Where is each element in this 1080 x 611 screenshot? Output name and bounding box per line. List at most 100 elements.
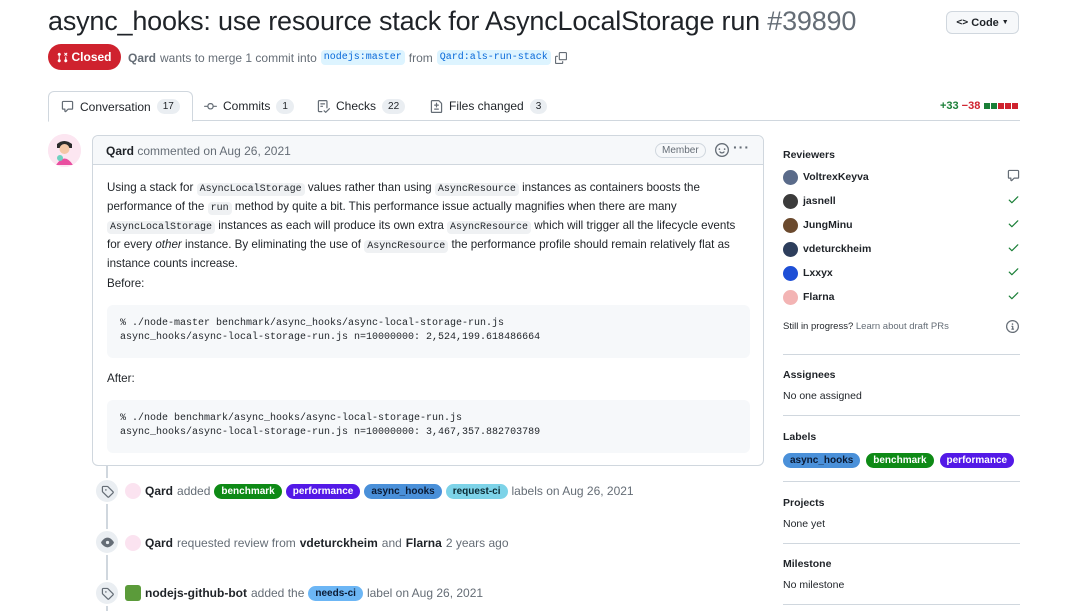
label-benchmark[interactable]: benchmark: [214, 483, 282, 499]
sidebar-divider: [783, 543, 1020, 544]
sidebar-divider: [783, 354, 1020, 355]
inline-code: AsyncLocalStorage: [196, 183, 305, 196]
label-request-ci[interactable]: request-ci: [445, 483, 508, 499]
code-button-label: Code: [971, 16, 999, 29]
inline-code: AsyncLocalStorage: [107, 221, 216, 234]
kebab-menu-icon[interactable]: ···: [733, 139, 750, 155]
reviewer-item[interactable]: VoltrexKeyva: [783, 169, 1020, 185]
avatar: [783, 241, 798, 257]
event-actor[interactable]: nodejs-github-bot: [145, 586, 247, 600]
comment-box: Qard commented on Aug 26, 2021 Member ··…: [92, 135, 764, 466]
reviewer-item[interactable]: Flarna: [783, 289, 1020, 305]
tab-checks[interactable]: Checks 22: [305, 91, 417, 121]
timeline-badge: [94, 529, 120, 555]
label-performance[interactable]: performance: [939, 453, 1015, 468]
code-icon: <>: [956, 17, 969, 28]
from-text: from: [408, 50, 433, 65]
tab-label: Commits: [223, 99, 271, 113]
status-badge: Closed: [48, 44, 121, 70]
comment-action[interactable]: commented on Aug 26, 2021: [137, 144, 290, 158]
diffstat-bar: [983, 103, 1019, 109]
avatar[interactable]: [48, 134, 81, 167]
draft-hint: Still in progress? Learn about draft PRs: [783, 321, 949, 332]
timeline-event-labels: Qard added benchmark performance async_h…: [125, 483, 634, 499]
label-performance[interactable]: performance: [285, 483, 361, 499]
after-label: After:: [107, 372, 135, 385]
avatar: [783, 169, 798, 185]
review-target[interactable]: vdeturckheim: [300, 536, 378, 550]
info-icon[interactable]: [1006, 320, 1019, 333]
base-branch[interactable]: nodejs:master: [320, 50, 405, 65]
tag-icon: [101, 587, 114, 600]
tab-label: Conversation: [80, 99, 151, 114]
label-async-hooks[interactable]: async_hooks: [783, 453, 861, 468]
reviewer-item[interactable]: vdeturckheim: [783, 241, 1020, 257]
smiley-icon[interactable]: [715, 143, 729, 157]
check-icon: [1008, 196, 1019, 204]
reviewer-item[interactable]: Lxxyx: [783, 265, 1020, 281]
reviewer-item[interactable]: jasnell: [783, 193, 1020, 209]
status-text: Closed: [71, 50, 112, 64]
draft-link[interactable]: Learn about draft PRs: [856, 321, 949, 332]
timeline-badge: [94, 580, 120, 606]
avatar: [783, 265, 798, 281]
tab-count: 22: [382, 98, 406, 114]
inline-code: AsyncResource: [434, 183, 519, 196]
timeline-event-bot-label: nodejs-github-bot added the needs-ci lab…: [125, 585, 483, 601]
label-needs-ci[interactable]: needs-ci: [308, 585, 363, 601]
inline-code: AsyncResource: [364, 240, 449, 253]
before-code-block: % ./node-master benchmark/async_hooks/as…: [107, 305, 750, 358]
tab-label: Files changed: [449, 99, 524, 113]
pr-meta: Qard wants to merge 1 commit into nodejs…: [128, 50, 567, 65]
event-actor[interactable]: Qard: [145, 536, 173, 550]
copy-icon[interactable]: [554, 51, 567, 64]
pr-title: async_hooks: use resource stack for Asyn…: [48, 6, 856, 37]
tab-label: Checks: [336, 99, 377, 113]
merge-text: wants to merge 1 commit into: [160, 50, 317, 65]
reviewers-heading[interactable]: Reviewers: [783, 149, 1020, 161]
review-target[interactable]: Flarna: [406, 536, 442, 550]
tab-count: 1: [276, 98, 294, 114]
code-button[interactable]: <> Code ▼: [946, 11, 1019, 34]
assignees-heading[interactable]: Assignees: [783, 369, 1020, 381]
sidebar-divider: [783, 604, 1020, 605]
pr-author[interactable]: Qard: [128, 51, 156, 65]
projects-heading[interactable]: Projects: [783, 497, 1020, 509]
file-diff-icon: [430, 99, 443, 113]
pr-title-text: async_hooks: use resource stack for Asyn…: [48, 6, 760, 36]
diffstat[interactable]: +33 −38: [940, 100, 1019, 112]
eye-icon: [100, 537, 114, 547]
avatar: [783, 193, 798, 209]
event-actor[interactable]: Qard: [145, 484, 173, 498]
timeline-event-review-request: Qard requested review from vdeturckheim …: [125, 535, 509, 551]
head-branch[interactable]: Qard:als-run-stack: [436, 50, 551, 65]
label-async-hooks[interactable]: async_hooks: [364, 483, 442, 499]
commit-icon: [204, 102, 217, 110]
avatar: [783, 217, 798, 233]
tab-count: 3: [529, 98, 548, 114]
pr-closed-icon: [58, 52, 68, 62]
tab-commits[interactable]: Commits 1: [192, 91, 306, 121]
milestone-heading[interactable]: Milestone: [783, 558, 1020, 570]
milestone-value: No milestone: [783, 579, 845, 591]
reviewer-item[interactable]: JungMinu: [783, 217, 1020, 233]
sidebar-divider: [783, 481, 1020, 482]
tab-conversation[interactable]: Conversation 17: [48, 91, 193, 122]
tab-files-changed[interactable]: Files changed 3: [418, 91, 559, 121]
diff-additions: +33: [940, 100, 959, 112]
comment-author[interactable]: Qard: [106, 144, 134, 158]
check-icon: [1008, 244, 1019, 252]
avatar[interactable]: [125, 483, 141, 499]
avatar[interactable]: [125, 535, 141, 551]
comment-icon: [61, 100, 74, 113]
comment-paragraph: Using a stack for AsyncLocalStorage valu…: [107, 181, 736, 270]
avatar: [783, 289, 798, 305]
assignees-value: No one assigned: [783, 390, 862, 402]
comment-header: Qard commented on Aug 26, 2021 Member ··…: [93, 136, 763, 165]
label-benchmark[interactable]: benchmark: [866, 453, 934, 468]
timeline-badge: [94, 478, 120, 504]
bot-avatar[interactable]: [125, 585, 141, 601]
comment-icon: [1007, 169, 1020, 182]
tab-count: 17: [156, 99, 180, 114]
labels-heading[interactable]: Labels: [783, 431, 1020, 443]
